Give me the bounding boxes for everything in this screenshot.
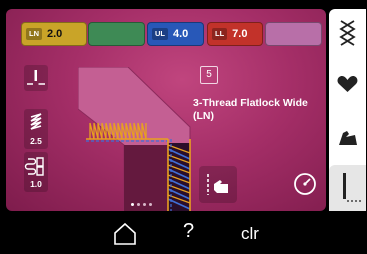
- tension-slot-empty-1[interactable]: [88, 22, 145, 46]
- touch-mode-button[interactable]: [199, 166, 237, 203]
- tension-ll-button[interactable]: LL 7.0: [207, 22, 263, 46]
- bottom-bar: ? clr: [0, 215, 367, 254]
- threading-button[interactable]: [329, 13, 366, 53]
- touch-hand-icon: [207, 174, 228, 195]
- presser-foot-button[interactable]: [329, 165, 366, 211]
- stitch-illustration: [78, 67, 191, 211]
- differential-feed-icon: [24, 157, 44, 176]
- threading-icon: [339, 20, 356, 46]
- heart-icon: [337, 76, 358, 92]
- right-toolbar: [329, 9, 366, 211]
- page-dot: [137, 203, 140, 206]
- speed-button[interactable]: [290, 169, 320, 199]
- favorites-button[interactable]: [329, 65, 366, 105]
- stitch-title: 3-Thread Flatlock Wide (LN): [193, 97, 308, 122]
- tension-ln-value: 2.0: [47, 28, 63, 40]
- needle-position-button[interactable]: [24, 65, 48, 91]
- stitch-length-icon: [30, 113, 42, 130]
- page-dot: [131, 203, 134, 206]
- page-indicator: [131, 203, 161, 207]
- stitch-length-button[interactable]: 2.5: [24, 109, 48, 149]
- clear-button[interactable]: clr: [241, 224, 259, 244]
- presser-foot-icon: [343, 173, 361, 202]
- differential-feed-button[interactable]: 1.0: [24, 152, 48, 192]
- tension-slot-empty-2[interactable]: [265, 22, 322, 46]
- stitch-length-value: 2.5: [30, 136, 42, 146]
- differential-feed-value: 1.0: [30, 179, 42, 189]
- tension-ll-tag: LL: [212, 28, 228, 40]
- page-dot: [149, 203, 152, 206]
- sewing-hand-icon: [339, 131, 357, 145]
- main-screen: LN 2.0 UL 4.0 LL 7.0 2.5 1.0 5 3-Thread …: [6, 9, 326, 211]
- tension-ul-button[interactable]: UL 4.0: [147, 22, 204, 46]
- needle-position-icon: [27, 70, 45, 85]
- tension-ln-button[interactable]: LN 2.0: [21, 22, 87, 46]
- speed-icon: [294, 173, 316, 195]
- sewing-mode-button[interactable]: [329, 119, 366, 159]
- help-button[interactable]: ?: [183, 220, 194, 243]
- tension-ln-tag: LN: [26, 28, 42, 40]
- home-icon[interactable]: [111, 219, 139, 247]
- tension-ul-value: 4.0: [173, 28, 189, 40]
- stitch-number: 5: [200, 66, 218, 84]
- page-dot: [143, 203, 146, 206]
- tension-ll-value: 7.0: [232, 28, 248, 40]
- tension-ul-tag: UL: [152, 28, 168, 40]
